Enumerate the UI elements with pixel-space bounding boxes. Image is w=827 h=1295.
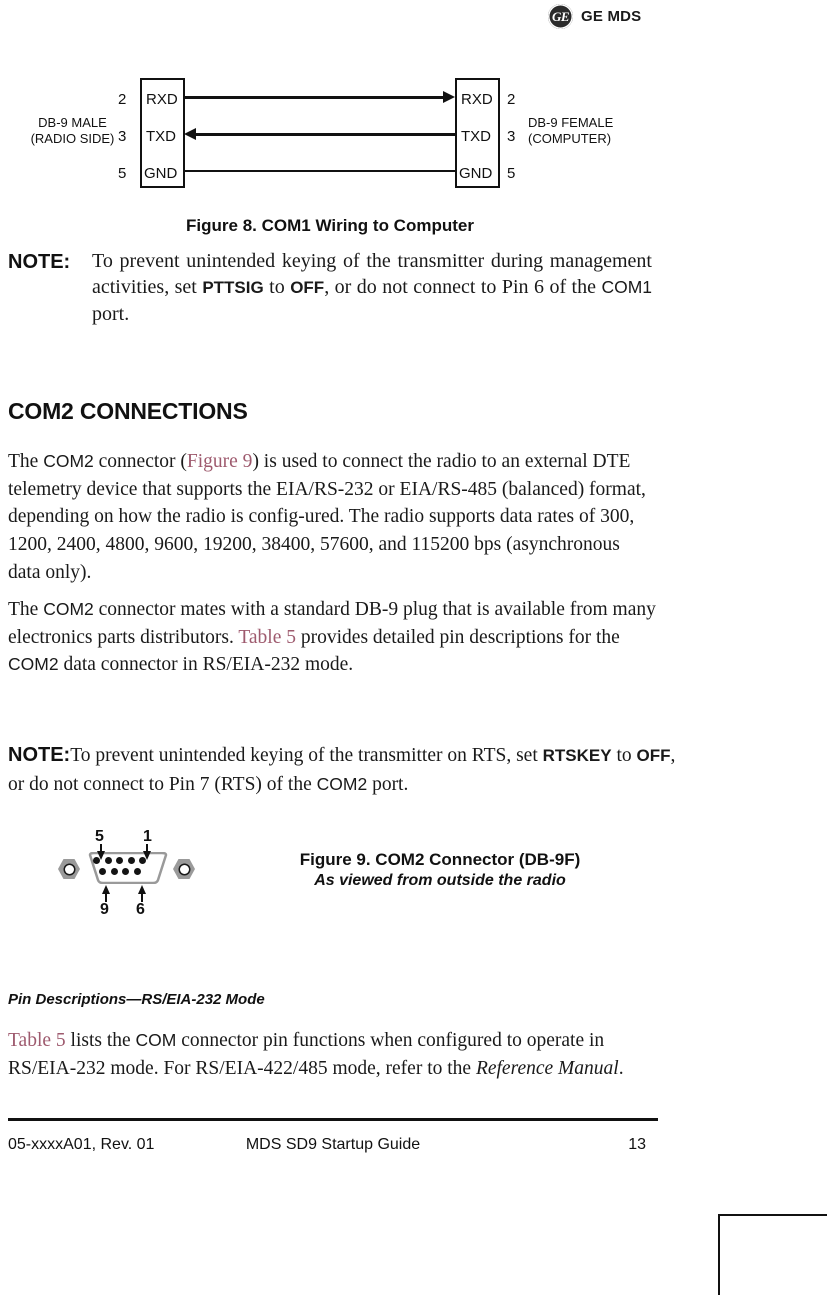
footer-document-number: 05-xxxxA01, Rev. 01 <box>8 1136 155 1153</box>
paragraph-3-italic-reference-manual: Reference Manual <box>475 1057 619 1079</box>
note-1-term-com1: COM1 <box>601 277 653 298</box>
footer-page-number: 13 <box>628 1136 646 1153</box>
paragraph-2-term-com2-b: COM2 <box>8 654 59 675</box>
arrow-left-icon <box>184 128 196 140</box>
left-signal-label-rxd: RXD <box>146 91 178 108</box>
note-1-text-4: port. <box>92 302 130 325</box>
left-pin-number-1: 2 <box>118 91 127 108</box>
db9-pin <box>116 857 123 864</box>
left-connector-caption: DB-9 MALE (RADIO SIDE) <box>10 115 135 148</box>
link-table-5-a[interactable]: Table 5 <box>238 627 296 648</box>
wire-rxd <box>185 96 450 99</box>
paragraph-2-text-3: provides detailed pin descriptions for t… <box>296 626 620 648</box>
paragraph-table5-reference: Table 5 lists the COM connector pin func… <box>8 1027 656 1082</box>
db9-jackscrew-right-icon <box>173 859 195 879</box>
right-signal-label-txd: TXD <box>461 128 491 145</box>
right-pin-number-3: 5 <box>507 165 516 182</box>
db9-pin <box>122 867 129 875</box>
db9-pin <box>104 857 112 864</box>
db9-arrow-up-9-icon <box>101 885 110 894</box>
db9-label-6: 6 <box>136 901 145 918</box>
right-signal-label-rxd: RXD <box>461 91 493 108</box>
paragraph-1-text-1: The <box>8 451 44 472</box>
db9-jackscrew-left-icon <box>58 859 80 879</box>
wire-gnd <box>185 170 455 172</box>
link-figure-9[interactable]: Figure 9 <box>187 451 253 472</box>
figure-9-caption-line2: As viewed from outside the radio <box>314 872 566 889</box>
right-pin-number-1: 2 <box>507 91 516 108</box>
right-signal-label-gnd: GND <box>459 165 493 182</box>
left-signal-label-txd: TXD <box>146 128 176 145</box>
db9-arrow-up-6-icon <box>137 885 146 894</box>
crop-mark-vertical <box>718 1214 720 1295</box>
paragraph-3-text-3: . <box>618 1057 624 1079</box>
ge-monogram-text: GE <box>551 9 570 24</box>
note-2: NOTE:To prevent unintended keying of the… <box>8 740 688 800</box>
note-1: NOTE: To prevent unintended keying of th… <box>8 248 652 327</box>
note-2-term-rtskey: RTSKEY <box>542 746 612 765</box>
paragraph-com2-intro: The COM2 connector (Figure 9) is used to… <box>8 448 656 586</box>
figure-9-caption: Figure 9. COM2 Connector (DB-9F) As view… <box>240 850 640 890</box>
left-pin-number-3: 5 <box>118 165 127 182</box>
ge-monogram-icon: GE <box>548 4 573 29</box>
note-2-keyword: NOTE: <box>8 744 71 766</box>
right-pin-number-2: 3 <box>507 128 516 145</box>
arrow-right-icon <box>443 91 455 103</box>
brand-logo: GE GE MDS <box>548 4 641 29</box>
db9-pin <box>127 857 135 864</box>
note-2-text-4: port. <box>367 774 409 796</box>
right-connector-caption: DB-9 FEMALE (COMPUTER) <box>528 115 613 148</box>
note-1-body: To prevent unintended keying of the tran… <box>92 248 652 327</box>
paragraph-1-term-com2: COM2 <box>43 451 94 471</box>
figure-8-caption: Figure 8. COM1 Wiring to Computer <box>186 216 474 235</box>
db9-pin <box>133 867 141 875</box>
note-1-term-pttsig: PTTSIG <box>202 278 264 298</box>
figure-9-db9-connector: 5 1 9 6 Figure 9. COM2 Connector (DB-9F)… <box>0 818 827 928</box>
note-1-term-off: OFF <box>290 278 325 298</box>
db9-pin-row-bottom <box>99 867 146 875</box>
wire-txd <box>196 133 455 136</box>
paragraph-2-term-com2-a: COM2 <box>43 599 94 619</box>
db9-pin <box>110 867 118 875</box>
paragraph-3-text-1: lists the <box>65 1030 136 1051</box>
paragraph-1-text-2: connector ( <box>93 451 187 472</box>
paragraph-3-term-com: COM <box>135 1030 177 1050</box>
note-2-text-2: to <box>611 745 637 766</box>
note-1-keyword: NOTE: <box>8 251 71 273</box>
paragraph-2-text-4: data connector in RS/EIA-232 mode. <box>58 654 354 676</box>
note-2-text-1: To prevent unintended keying of the tran… <box>70 745 543 766</box>
note-2-term-com2: COM2 <box>316 774 368 795</box>
note-1-text-3: , or do not connect to Pin 6 of the <box>324 276 602 299</box>
db9-arrow-down-1-icon <box>142 851 151 860</box>
db9-pin <box>99 867 106 875</box>
brand-name: GE MDS <box>581 8 642 25</box>
left-connector-caption-line2: (RADIO SIDE) <box>30 131 115 147</box>
db9-label-9: 9 <box>100 901 109 918</box>
crop-mark-horizontal <box>718 1214 827 1216</box>
right-connector-caption-line2: (COMPUTER) <box>528 131 612 147</box>
paragraph-2-text-1: The <box>8 599 44 620</box>
left-connector-caption-line1: DB-9 MALE <box>38 115 107 130</box>
note-1-text-2: to <box>263 276 291 299</box>
db9-arrow-down-5-icon <box>96 851 105 860</box>
section-heading-com2-connections: COM2 CONNECTIONS <box>8 398 248 424</box>
figure-8-wiring-diagram: 2 RXD 3 TXD 5 GND RXD 2 TXD 3 GND 5 DB-9… <box>0 60 827 210</box>
db9-connector-drawing: 5 1 9 6 <box>55 828 200 918</box>
right-connector-caption-line1: DB-9 FEMALE <box>528 115 614 130</box>
figure-9-caption-line1: Figure 9. COM2 Connector (DB-9F) <box>299 850 581 869</box>
link-table-5-b[interactable]: Table 5 <box>8 1030 66 1051</box>
footer-divider <box>8 1118 658 1121</box>
left-signal-label-gnd: GND <box>144 165 178 182</box>
note-2-term-off: OFF <box>636 746 671 765</box>
subheading-pin-descriptions: Pin Descriptions—RS/EIA-232 Mode <box>8 991 265 1008</box>
paragraph-com2-mates: The COM2 connector mates with a standard… <box>8 596 656 679</box>
